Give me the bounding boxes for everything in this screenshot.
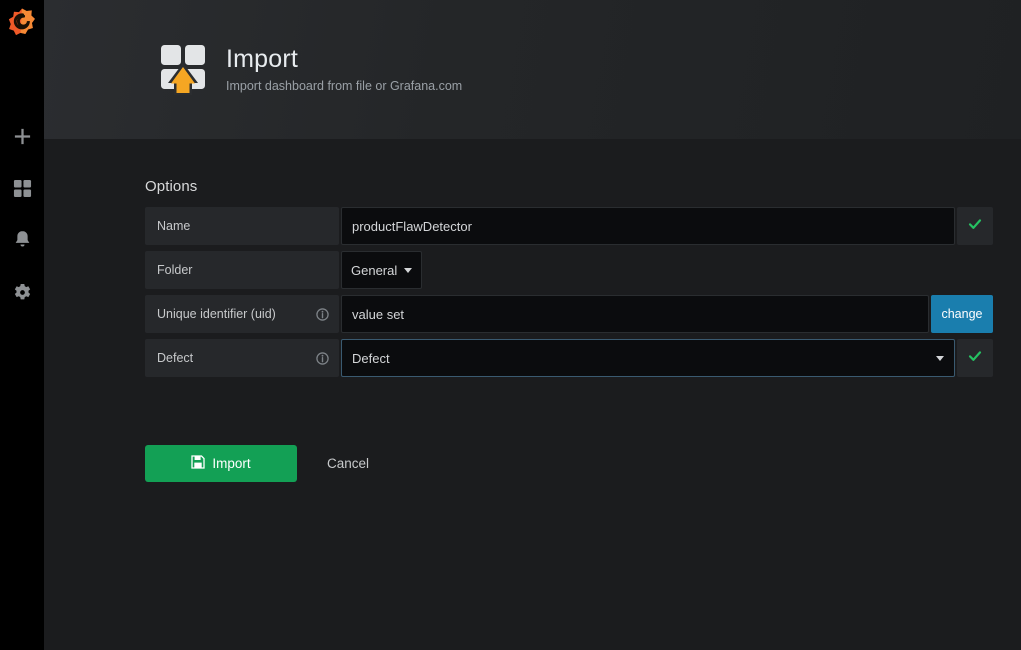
main-sidebar	[0, 0, 44, 650]
label-uid: Unique identifier (uid)	[145, 295, 339, 333]
save-icon	[191, 455, 206, 472]
plus-icon	[13, 127, 32, 146]
label-folder: Folder	[145, 251, 339, 289]
check-icon	[968, 349, 982, 368]
import-button-label: Import	[212, 456, 251, 471]
import-options-form: Name productFlawDetector Folder General …	[145, 207, 993, 377]
folder-row-spacer	[422, 251, 993, 289]
folder-select-value: General	[351, 262, 398, 278]
chevron-down-icon	[936, 355, 944, 361]
form-row-folder: Folder General	[145, 251, 993, 289]
form-row-uid: Unique identifier (uid) value set change	[145, 295, 993, 333]
label-defect-text: Defect	[157, 351, 194, 365]
info-icon[interactable]	[316, 307, 329, 321]
bell-icon	[13, 230, 32, 250]
grafana-import-page: Import Import dashboard from file or Gra…	[0, 0, 1021, 650]
import-button[interactable]: Import	[145, 445, 297, 482]
main-content: Import Import dashboard from file or Gra…	[44, 0, 1021, 650]
change-uid-button[interactable]: change	[931, 295, 993, 333]
form-row-name: Name productFlawDetector	[145, 207, 993, 245]
check-icon	[968, 217, 982, 236]
sidebar-item-create[interactable]	[0, 110, 44, 162]
import-dashboard-icon	[158, 42, 208, 98]
uid-input[interactable]: value set	[341, 295, 929, 333]
grafana-logo[interactable]	[0, 0, 44, 44]
cancel-button[interactable]: Cancel	[327, 456, 369, 471]
form-row-defect: Defect Defect	[145, 339, 993, 377]
sidebar-item-dashboards[interactable]	[0, 162, 44, 214]
name-valid-indicator	[957, 207, 993, 245]
label-folder-text: Folder	[157, 263, 193, 277]
name-input[interactable]: productFlawDetector	[341, 207, 955, 245]
label-name-text: Name	[157, 219, 191, 233]
gear-icon	[13, 283, 32, 302]
options-section-title: Options	[145, 178, 198, 195]
label-defect: Defect	[145, 339, 339, 377]
folder-select[interactable]: General	[341, 251, 423, 289]
name-input-value: productFlawDetector	[352, 218, 472, 234]
label-uid-text: Unique identifier (uid)	[157, 307, 276, 321]
sidebar-item-configuration[interactable]	[0, 266, 44, 318]
defect-select[interactable]: Defect	[341, 339, 955, 377]
label-name: Name	[145, 207, 339, 245]
dashboards-icon	[13, 179, 32, 198]
page-subtitle: Import dashboard from file or Grafana.co…	[226, 79, 463, 93]
info-icon[interactable]	[316, 351, 329, 365]
uid-input-value: value set	[352, 306, 405, 322]
options-section: Options Name productFlawDetector Folder …	[44, 140, 1021, 482]
sidebar-item-alerting[interactable]	[0, 214, 44, 266]
defect-valid-indicator	[957, 339, 993, 377]
page-title: Import	[226, 45, 299, 73]
page-header: Import Import dashboard from file or Gra…	[44, 0, 1021, 140]
defect-select-value: Defect	[352, 350, 390, 366]
chevron-down-icon	[404, 267, 413, 273]
form-actions: Import Cancel	[145, 445, 1021, 482]
